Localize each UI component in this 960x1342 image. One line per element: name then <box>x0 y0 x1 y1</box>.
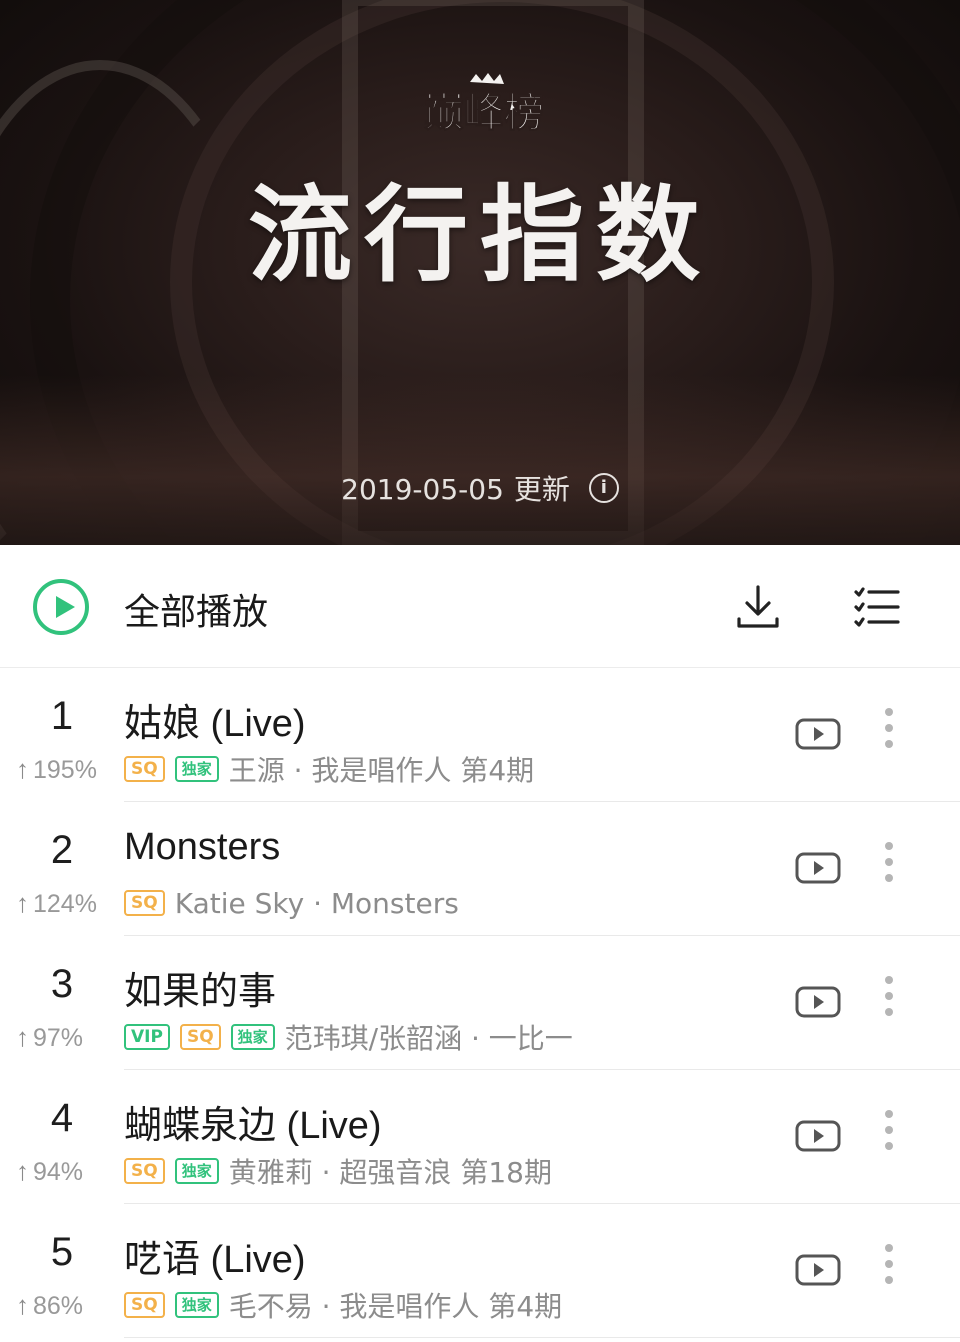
brand-logo: 巅峰榜 <box>400 72 568 136</box>
artist-album: Katie Sky · Monsters <box>174 886 459 920</box>
exclusive-badge: 独家 <box>174 756 219 782</box>
trend-value: 94% <box>33 1158 84 1186</box>
vip-badge: VIP <box>124 1024 170 1050</box>
song-title[interactable]: 蝴蝶泉边 (Live) <box>124 1094 382 1149</box>
list-select-icon[interactable] <box>853 583 901 631</box>
sq-badge: SQ <box>124 1292 165 1318</box>
artist-album: 黄雅莉 · 超强音浪 第18期 <box>228 1156 552 1189</box>
song-meta: SQ 独家 毛不易 · 我是唱作人 第4期 <box>124 1288 563 1323</box>
song-row[interactable]: 5 ↑ 86% 呓语 (Live) SQ 独家 毛不易 · 我是唱作人 第4期 <box>0 1204 960 1338</box>
trend-up-arrow-icon: ↑ <box>16 1022 29 1052</box>
trend-value: 195% <box>33 756 97 784</box>
exclusive-badge: 独家 <box>174 1292 219 1318</box>
update-date: 2019-05-05 <box>341 473 504 506</box>
trend-up-arrow-icon: ↑ <box>16 888 29 918</box>
sq-badge: SQ <box>124 1158 165 1184</box>
mv-play-icon[interactable] <box>795 852 841 884</box>
song-row[interactable]: 2 ↑ 124% Monsters SQ Katie Sky · Monsters <box>0 802 960 936</box>
song-row[interactable]: 3 ↑ 97% 如果的事 VIP SQ 独家 范玮琪/张韶涵 · 一比一 <box>0 936 960 1070</box>
trend-indicator: ↑ 86% <box>16 1290 116 1321</box>
play-circle-icon[interactable] <box>33 579 89 635</box>
song-title[interactable]: 姑娘 (Live) <box>124 692 306 747</box>
exclusive-badge: 独家 <box>230 1024 275 1050</box>
mv-play-icon[interactable] <box>795 718 841 750</box>
mv-play-icon[interactable] <box>795 1254 841 1286</box>
song-row[interactable]: 4 ↑ 94% 蝴蝶泉边 (Live) SQ 独家 黄雅莉 · 超强音浪 第18期 <box>0 1070 960 1204</box>
song-rank: 4 <box>50 1096 74 1140</box>
song-rank: 1 <box>50 694 74 738</box>
sq-badge: SQ <box>124 890 165 916</box>
mv-play-icon[interactable] <box>795 986 841 1018</box>
song-meta: VIP SQ 独家 范玮琪/张韶涵 · 一比一 <box>124 1020 573 1055</box>
song-list: 1 ↑ 195% 姑娘 (Live) SQ 独家 王源 · 我是唱作人 第4期 2… <box>0 668 960 1338</box>
trend-indicator: ↑ 195% <box>16 754 116 785</box>
trend-indicator: ↑ 124% <box>16 888 116 919</box>
song-rank: 5 <box>50 1230 74 1274</box>
info-icon[interactable]: i <box>588 473 619 503</box>
row-divider <box>124 1337 960 1338</box>
exclusive-badge: 独家 <box>174 1158 219 1184</box>
song-title[interactable]: 如果的事 <box>124 960 276 1015</box>
artist-album: 毛不易 · 我是唱作人 第4期 <box>228 1290 563 1323</box>
trend-up-arrow-icon: ↑ <box>16 1156 29 1186</box>
banner-decor-floor <box>0 375 960 545</box>
more-options-icon[interactable] <box>876 1244 902 1296</box>
song-rank: 2 <box>50 828 74 872</box>
sq-badge: SQ <box>179 1024 221 1050</box>
play-all-button[interactable]: 全部播放 <box>124 583 268 635</box>
artist-album: 王源 · 我是唱作人 第4期 <box>228 754 535 787</box>
song-meta: SQ Katie Sky · Monsters <box>124 886 459 920</box>
brand-logo-text: 巅峰榜 <box>424 90 544 136</box>
update-suffix: 更新 <box>513 473 570 506</box>
song-meta: SQ 独家 王源 · 我是唱作人 第4期 <box>124 752 535 787</box>
trend-indicator: ↑ 94% <box>16 1156 116 1187</box>
song-title[interactable]: 呓语 (Live) <box>124 1228 306 1283</box>
download-icon[interactable] <box>734 583 782 631</box>
song-row[interactable]: 1 ↑ 195% 姑娘 (Live) SQ 独家 王源 · 我是唱作人 第4期 <box>0 668 960 802</box>
trend-value: 97% <box>33 1024 84 1052</box>
more-options-icon[interactable] <box>876 708 902 760</box>
trend-value: 124% <box>33 890 97 918</box>
chart-title: 流行指数 <box>247 174 712 296</box>
more-options-icon[interactable] <box>876 842 902 894</box>
song-meta: SQ 独家 黄雅莉 · 超强音浪 第18期 <box>124 1154 552 1189</box>
song-rank: 3 <box>50 962 74 1006</box>
trend-indicator: ↑ 97% <box>16 1022 116 1053</box>
chart-banner: 巅峰榜 流行指数 2019-05-05 更新 i <box>0 0 960 545</box>
playlist-toolbar: 全部播放 <box>0 545 960 668</box>
more-options-icon[interactable] <box>876 1110 902 1162</box>
trend-up-arrow-icon: ↑ <box>16 754 29 784</box>
trend-up-arrow-icon: ↑ <box>16 1290 29 1320</box>
more-options-icon[interactable] <box>876 976 902 1028</box>
song-title[interactable]: Monsters <box>124 826 280 869</box>
trend-value: 86% <box>33 1292 84 1320</box>
artist-album: 范玮琪/张韶涵 · 一比一 <box>284 1022 573 1055</box>
mv-play-icon[interactable] <box>795 1120 841 1152</box>
update-info: 2019-05-05 更新 i <box>0 468 960 508</box>
sq-badge: SQ <box>124 756 165 782</box>
